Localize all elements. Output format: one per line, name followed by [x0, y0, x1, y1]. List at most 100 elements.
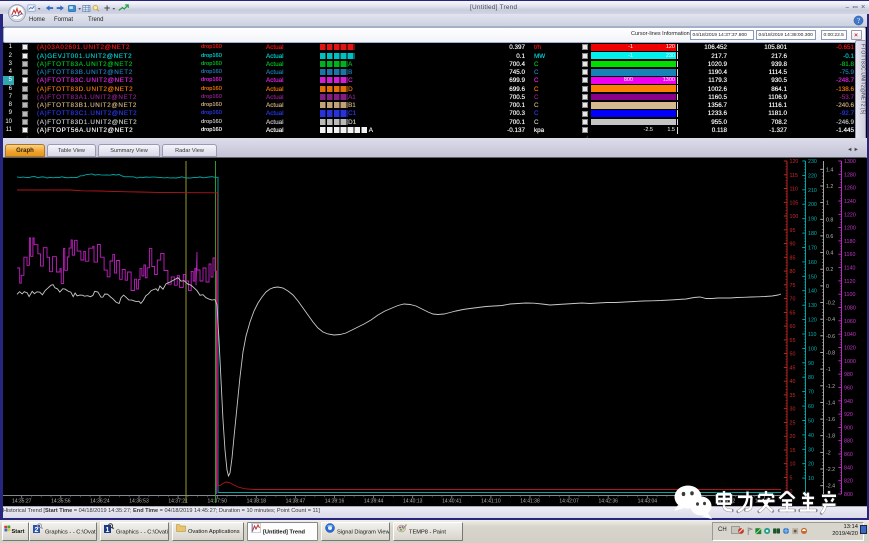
svg-text:75: 75	[790, 283, 796, 289]
svg-text:1.4: 1.4	[826, 167, 833, 173]
svg-text:190: 190	[808, 217, 817, 223]
svg-text:1040: 1040	[844, 332, 856, 338]
svg-text:900: 900	[844, 425, 853, 431]
svg-text:110: 110	[790, 187, 798, 193]
svg-text:1: 1	[106, 527, 110, 533]
svg-text:14:35:27: 14:35:27	[12, 499, 32, 505]
svg-text:14:38:47: 14:38:47	[286, 499, 306, 505]
svg-text:95: 95	[790, 228, 796, 234]
svg-text:1020: 1020	[844, 346, 856, 352]
svg-text:-0.4: -0.4	[826, 317, 835, 323]
svg-text:120: 120	[790, 159, 799, 165]
svg-text:-2.2: -2.2	[826, 467, 835, 473]
svg-text:110: 110	[808, 332, 816, 338]
svg-text:-1: -1	[826, 367, 831, 373]
svg-text:0.6: 0.6	[826, 234, 833, 240]
svg-text:50: 50	[790, 352, 796, 358]
svg-text:25: 25	[790, 420, 796, 426]
svg-text:115: 115	[790, 173, 798, 179]
svg-text:-2: -2	[826, 450, 831, 456]
svg-text:840: 840	[844, 465, 853, 471]
svg-text:1000: 1000	[844, 359, 856, 365]
svg-text:1100: 1100	[844, 292, 855, 298]
svg-text:80: 80	[808, 375, 814, 381]
svg-text:160: 160	[808, 260, 817, 266]
svg-text:15: 15	[790, 448, 796, 454]
svg-text:-0.6: -0.6	[826, 334, 835, 340]
svg-text:1160: 1160	[844, 252, 855, 258]
svg-text:1120: 1120	[844, 279, 855, 285]
svg-text:-1.2: -1.2	[826, 384, 835, 390]
svg-text:230: 230	[808, 159, 817, 165]
svg-text:14:40:41: 14:40:41	[442, 499, 462, 505]
svg-text:1080: 1080	[844, 306, 856, 312]
svg-text:85: 85	[790, 255, 796, 261]
svg-text:0.2: 0.2	[826, 267, 833, 273]
svg-text:120: 120	[808, 318, 817, 324]
svg-text:14:35:56: 14:35:56	[51, 499, 71, 505]
svg-text:20: 20	[790, 434, 796, 440]
svg-text:90: 90	[808, 361, 814, 367]
svg-text:1280: 1280	[844, 172, 856, 178]
svg-text:14:37:50: 14:37:50	[207, 499, 227, 505]
svg-text:1180: 1180	[844, 239, 855, 245]
svg-text:60: 60	[790, 324, 796, 330]
svg-text:70: 70	[808, 390, 814, 396]
svg-text:220: 220	[808, 173, 817, 179]
svg-text:14:42:07: 14:42:07	[559, 499, 579, 505]
svg-text:1060: 1060	[844, 319, 856, 325]
svg-text:20: 20	[808, 462, 814, 468]
svg-text:880: 880	[844, 439, 853, 445]
svg-text:960: 960	[844, 385, 853, 391]
svg-text:1: 1	[826, 201, 829, 207]
svg-text:10: 10	[790, 462, 796, 468]
svg-text:55: 55	[790, 338, 796, 344]
svg-text:1220: 1220	[844, 212, 856, 218]
svg-text:14:41:38: 14:41:38	[520, 499, 540, 505]
svg-text:130: 130	[808, 303, 817, 309]
svg-text:-1.4: -1.4	[826, 400, 835, 406]
svg-text:940: 940	[844, 399, 853, 405]
svg-text:14:40:13: 14:40:13	[403, 499, 423, 505]
svg-text:1200: 1200	[844, 226, 856, 232]
svg-text:30: 30	[808, 447, 814, 453]
svg-text:70: 70	[790, 297, 796, 303]
svg-text:45: 45	[790, 365, 796, 371]
svg-text:1240: 1240	[844, 199, 856, 205]
svg-text:2: 2	[35, 527, 39, 533]
svg-text:0: 0	[826, 284, 829, 290]
svg-text:14:36:53: 14:36:53	[129, 499, 149, 505]
svg-text:30: 30	[790, 407, 796, 413]
svg-text:0.8: 0.8	[826, 217, 833, 223]
svg-text:35: 35	[790, 393, 796, 399]
svg-text:980: 980	[844, 372, 853, 378]
svg-text:90: 90	[790, 242, 796, 248]
svg-text:-1.8: -1.8	[826, 434, 835, 440]
svg-text:14:43:04: 14:43:04	[638, 499, 658, 505]
svg-text:14:41:10: 14:41:10	[481, 499, 501, 505]
svg-text:80: 80	[790, 269, 796, 275]
svg-text:-0.2: -0.2	[826, 301, 835, 307]
svg-text:140: 140	[808, 289, 817, 295]
svg-text:1140: 1140	[844, 266, 855, 272]
svg-text:40: 40	[808, 433, 814, 439]
svg-text:105: 105	[790, 200, 799, 206]
svg-text:65: 65	[790, 310, 796, 316]
svg-text:50: 50	[808, 419, 814, 425]
svg-text:0.4: 0.4	[826, 251, 833, 257]
svg-text:40: 40	[790, 379, 796, 385]
svg-text:860: 860	[844, 452, 853, 458]
svg-text:1300: 1300	[844, 159, 856, 165]
svg-text:180: 180	[808, 231, 817, 237]
svg-text:14:39:16: 14:39:16	[325, 499, 345, 505]
svg-text:14:37:21: 14:37:21	[168, 499, 188, 505]
svg-text:-0.8: -0.8	[826, 351, 835, 357]
svg-text:170: 170	[808, 246, 817, 252]
svg-text:100: 100	[790, 214, 799, 220]
svg-text:14:42:36: 14:42:36	[598, 499, 618, 505]
svg-text:1260: 1260	[844, 186, 856, 192]
svg-text:14:36:24: 14:36:24	[90, 499, 110, 505]
svg-text:920: 920	[844, 412, 853, 418]
svg-text:200: 200	[808, 202, 817, 208]
svg-text:14:39:44: 14:39:44	[364, 499, 384, 505]
